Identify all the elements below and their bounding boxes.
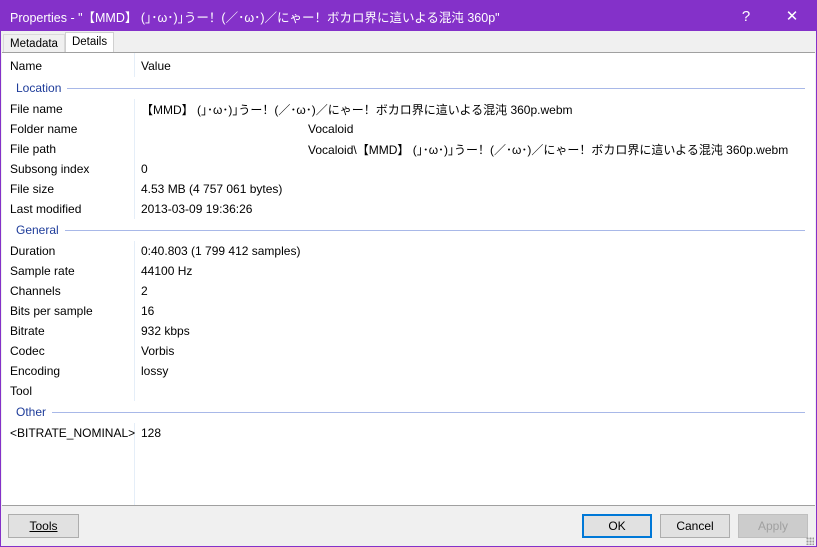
group-separator — [52, 411, 805, 413]
tools-label: Tools — [29, 519, 58, 533]
property-value: 932 kbps — [141, 324, 190, 338]
properties-dialog: Properties - "【MMD】 (｣･ω･)｣うー！(／･ω･)／にゃー… — [0, 0, 817, 547]
property-name: Folder name — [10, 122, 78, 136]
property-value: 2 — [141, 284, 148, 298]
details-list[interactable]: Name Value Location File name 【MMD】 (｣･ω･)… — [2, 52, 815, 506]
property-row[interactable]: Encoding lossy — [2, 361, 815, 381]
property-name: File path — [10, 142, 57, 156]
property-value: 0 — [141, 162, 148, 176]
tools-button[interactable]: Tools — [8, 514, 79, 538]
tab-details[interactable]: Details — [64, 32, 115, 53]
property-name: Encoding — [10, 364, 61, 378]
property-name: File name — [10, 102, 63, 116]
property-row[interactable]: Tool — [2, 381, 815, 401]
property-value: 2013-03-09 19:36:26 — [141, 202, 253, 216]
property-name: Last modified — [10, 202, 82, 216]
apply-label: Apply — [757, 519, 789, 533]
ok-label: OK — [608, 519, 626, 533]
help-button[interactable]: ? — [724, 1, 768, 31]
resize-grip[interactable] — [806, 537, 814, 545]
close-button[interactable]: ✕ — [768, 1, 816, 31]
cancel-button[interactable]: Cancel — [660, 514, 730, 538]
property-row[interactable]: File path Vocaloid\【MMD】 (｣･ω･)｣うー！(／･ω･)… — [2, 139, 815, 159]
property-value: 【MMD】 (｣･ω･)｣うー！(／･ω･)／にゃー！ボカロ界に這いよる混沌 3… — [141, 102, 573, 117]
property-row[interactable]: <BITRATE_NOMINAL> 128 — [2, 423, 815, 443]
property-value: 0:40.803 (1 799 412 samples) — [141, 244, 301, 258]
property-value: Vorbis — [141, 344, 175, 358]
group-header-location[interactable]: Location — [2, 77, 815, 99]
ok-button[interactable]: OK — [582, 514, 652, 538]
property-name: Channels — [10, 284, 61, 298]
group-separator — [64, 229, 805, 231]
column-header-value[interactable]: Value — [134, 59, 171, 73]
cancel-label: Cancel — [676, 519, 714, 533]
property-name: Codec — [10, 344, 45, 358]
group-header-other[interactable]: Other — [2, 401, 815, 423]
property-row[interactable]: Last modified 2013-03-09 19:36:26 — [2, 199, 815, 219]
property-value: 4.53 MB (4 757 061 bytes) — [141, 182, 283, 196]
property-value: Vocaloid — [308, 122, 354, 136]
dialog-footer: Tools OK Cancel Apply — [1, 507, 816, 547]
property-name: Tool — [10, 384, 33, 398]
tab-bar: Metadata Details — [3, 32, 115, 53]
property-row[interactable]: Folder name Vocaloid — [2, 119, 815, 139]
property-name: File size — [10, 182, 55, 196]
window-title: Properties - "【MMD】 (｣･ω･)｣うー！(／･ω･)／にゃー… — [10, 10, 500, 25]
property-name: Sample rate — [10, 264, 75, 278]
property-value: Vocaloid\【MMD】 (｣･ω･)｣うー！(／･ω･)／にゃー！ボカロ界… — [308, 142, 789, 157]
property-row[interactable]: Duration 0:40.803 (1 799 412 samples) — [2, 241, 815, 261]
group-label: Other — [16, 405, 47, 419]
property-name: Subsong index — [10, 162, 90, 176]
property-name: Bitrate — [10, 324, 45, 338]
property-row[interactable]: Codec Vorbis — [2, 341, 815, 361]
property-row[interactable]: Channels 2 — [2, 281, 815, 301]
property-row[interactable]: Bits per sample 16 — [2, 301, 815, 321]
property-row[interactable]: Bitrate 932 kbps — [2, 321, 815, 341]
property-name: <BITRATE_NOMINAL> — [10, 426, 136, 440]
column-header-name[interactable]: Name — [2, 59, 134, 73]
property-value: 44100 Hz — [141, 264, 193, 278]
group-header-general[interactable]: General — [2, 219, 815, 241]
title-bar: Properties - "【MMD】 (｣･ω･)｣うー！(／･ω･)／にゃー… — [1, 1, 816, 31]
group-separator — [67, 87, 805, 89]
property-value: 16 — [141, 304, 155, 318]
property-row[interactable]: File name 【MMD】 (｣･ω･)｣うー！(／･ω･)／にゃー！ボカロ界… — [2, 99, 815, 119]
group-label: Location — [16, 81, 62, 95]
property-name: Bits per sample — [10, 304, 93, 318]
property-row[interactable]: Sample rate 44100 Hz — [2, 261, 815, 281]
tab-metadata[interactable]: Metadata — [3, 34, 65, 53]
column-header: Name Value — [2, 53, 815, 77]
property-row[interactable]: File size 4.53 MB (4 757 061 bytes) — [2, 179, 815, 199]
property-name: Duration — [10, 244, 56, 258]
property-row[interactable]: Subsong index 0 — [2, 159, 815, 179]
apply-button: Apply — [738, 514, 808, 538]
property-value: 128 — [141, 426, 162, 440]
group-label: General — [16, 223, 59, 237]
property-value: lossy — [141, 364, 169, 378]
